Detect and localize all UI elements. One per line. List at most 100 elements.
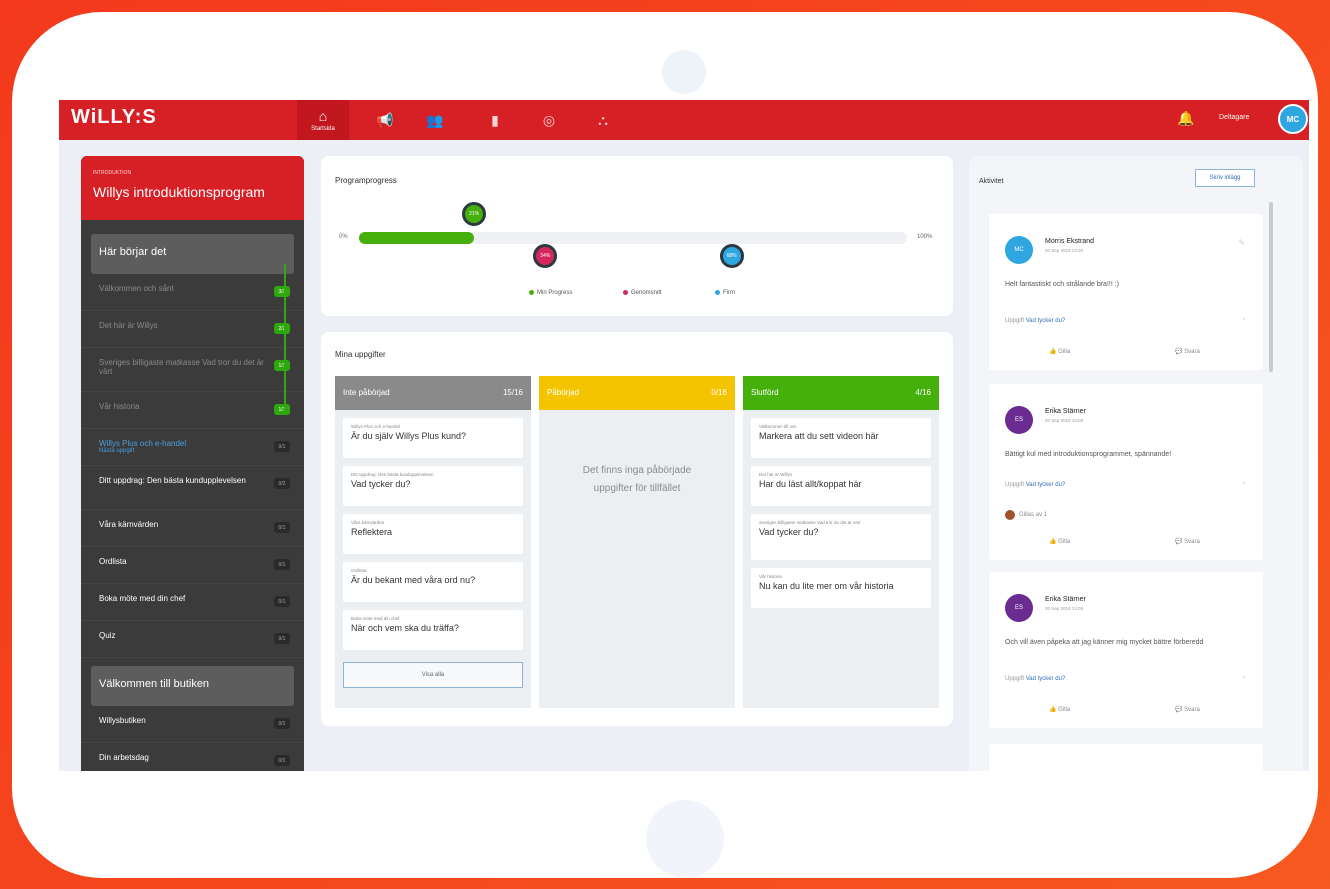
sidebar-item[interactable]: Ditt uppdrag: Den bästa kundupplevelsen 0… [81, 466, 304, 510]
column-header: Påbörjad 0/16 [539, 376, 735, 410]
task-question: Är du själv Willys Plus kund? [351, 431, 467, 441]
task-question: Är du bekant med våra ord nu? [351, 575, 476, 585]
progress-badge: 0/1 [274, 596, 290, 607]
sidebar-item[interactable]: Sveriges billigaste matkasse Vad tror du… [81, 348, 304, 392]
sidebar-item-label: Ditt uppdrag: Den bästa kundupplevelsen [99, 476, 246, 485]
user-name[interactable]: Deltagare [1219, 114, 1249, 121]
post-task-link[interactable]: Uppgift Vad tycker du? [1005, 318, 1065, 324]
write-post-button[interactable]: Skriv inlägg [1195, 169, 1255, 187]
nav-network[interactable]: ⛬ [577, 100, 629, 140]
reply-button[interactable]: 💬 Svara [1175, 706, 1200, 713]
author-name[interactable]: Erika Stärner [1045, 596, 1086, 603]
task-topic: Willys Plus och e-handel [351, 424, 401, 429]
nav-goals[interactable]: ◎ [523, 100, 575, 140]
like-button[interactable]: 👍 Gilla [1049, 706, 1070, 713]
column-not-started: Inte påbörjad 15/16 Willys Plus och e-han… [335, 376, 531, 708]
sidebar-item-label: Quiz [99, 631, 116, 640]
edit-icon[interactable]: ✎ [1238, 238, 1245, 247]
chevron-right-icon[interactable]: › [1242, 314, 1245, 323]
reply-button[interactable]: 💬 Svara [1175, 538, 1200, 545]
activity-post: ES Erika Stärner 20 Sep 2018 13:08 Bättigt … [989, 384, 1263, 560]
liker-avatar [1005, 510, 1015, 520]
author-name[interactable]: Morris Ekstrand [1045, 238, 1094, 245]
progress-track [359, 232, 907, 244]
legend-goal: Firm [715, 290, 735, 296]
task-card[interactable]: Willys Plus och e-handel Är du själv Will… [343, 418, 523, 458]
progress-card: Programprogress 0% 100% 21% 34% 68% Min … [321, 156, 953, 316]
task-card[interactable]: Vår historia Nu kan du lite mer om vår hi… [751, 568, 931, 608]
task-topic: Välkommen till oss [759, 424, 797, 429]
liked-by: Gillas av 1 [1005, 510, 1047, 520]
column-in-progress: Påbörjad 0/16 Det finns inga påbörjade up… [539, 376, 735, 708]
user-avatar[interactable]: MC [1278, 104, 1308, 134]
sidebar-item[interactable]: Ordlista 0/1 [81, 547, 304, 584]
nav-home[interactable]: ⌂ Startsida [297, 100, 349, 140]
sidebar-item-sub: Nästa uppgift [99, 448, 135, 454]
section-welcome-to-store[interactable]: Välkommen till butiken [91, 666, 294, 706]
task-topic: Ditt uppdrag: Den bästa kundupplevelsen [351, 472, 434, 477]
task-card[interactable]: Ditt uppdrag: Den bästa kundupplevelsen V… [343, 466, 523, 506]
progress-badge: 3/3 [274, 286, 290, 297]
sidebar-item[interactable]: Din arbetsdag 0/1 [81, 743, 304, 771]
avatar[interactable]: ES [1005, 594, 1033, 622]
task-card[interactable]: Välkommen till oss Markera att du sett vi… [751, 418, 931, 458]
sidebar-item-label: Vår historia [99, 402, 140, 411]
nav-documents[interactable]: ▮ [469, 100, 521, 140]
nav-announcements[interactable]: 📢 [359, 100, 411, 140]
avatar[interactable]: MC [1005, 236, 1033, 264]
sidebar-items: Välkommen och sånt 3/3 Det här är Willys 2/… [81, 274, 304, 658]
network-icon: ⛬ [598, 111, 608, 128]
sidebar-item[interactable]: Våra kärnvärden 0/1 [81, 510, 304, 547]
sidebar-item[interactable]: Det här är Willys 2/2 [81, 311, 304, 348]
task-card[interactable]: Det här är Willys Har du läst allt/koppat… [751, 466, 931, 506]
sidebar-items-2: Willysbutiken 0/1 Din arbetsdag 0/1 [81, 706, 304, 771]
scrollbar[interactable] [1269, 202, 1273, 372]
task-card[interactable]: Ordlista Är du bekant med våra ord nu? [343, 562, 523, 602]
progress-badge: 0/1 [274, 718, 290, 729]
sidebar-item[interactable]: Willys Plus och e-handel Nästa uppgift 0/1 [81, 429, 304, 466]
sidebar-item[interactable]: Willysbutiken 0/1 [81, 706, 304, 743]
task-topic: Vår historia [759, 574, 782, 579]
post-body: Helt fantastiskt och strålande bra!!! :) [1005, 281, 1119, 288]
activity-title: Aktivitet [979, 178, 1004, 185]
top-navigation-bar: WiLLY:S ⌂ Startsida 📢 👥 ▮ ◎ ⛬ 🔔 Deltagar… [59, 100, 1309, 140]
sidebar-item-label: Ordlista [99, 557, 127, 566]
avatar[interactable]: ES [1005, 406, 1033, 434]
chevron-right-icon[interactable]: › [1242, 478, 1245, 487]
task-question: Vad tycker du? [351, 479, 411, 489]
like-button[interactable]: 👍 Gilla [1049, 538, 1070, 545]
chevron-right-icon[interactable]: › [1242, 672, 1245, 681]
average-marker: 34% [533, 244, 558, 268]
megaphone-icon: 📢 [376, 111, 394, 128]
progress-badge: 0/2 [274, 478, 290, 489]
program-title: Willys introduktionsprogram [93, 184, 265, 200]
task-topic: Ordlista [351, 568, 367, 573]
progress-badge: 2/2 [274, 323, 290, 334]
task-question: När och vem ska du träffa? [351, 623, 459, 633]
post-date: 20 Sep 2018 13:20 [1045, 248, 1084, 253]
reply-button[interactable]: 💬 Svara [1175, 348, 1200, 355]
progress-rail [284, 264, 286, 412]
post-task-link[interactable]: Uppgift Vad tycker du? [1005, 676, 1065, 682]
column-completed: Slutförd 4/16 Välkommen till oss Markera a… [743, 376, 939, 708]
sidebar-item[interactable]: Vår historia 1/1 [81, 392, 304, 429]
sidebar-item[interactable]: Quiz 0/1 [81, 621, 304, 658]
sidebar-item[interactable]: Välkommen och sånt 3/3 [81, 274, 304, 311]
task-card[interactable]: Boka möte med din chef När och vem ska du… [343, 610, 523, 650]
home-button[interactable] [646, 800, 724, 878]
activity-panel: Aktivitet Skriv inlägg MC Morris Ekstrand… [969, 156, 1303, 771]
show-all-button[interactable]: Visa alla [343, 662, 523, 688]
like-button[interactable]: 👍 Gilla [1049, 348, 1070, 355]
task-card[interactable]: Våra kärnvärden Reflektera [343, 514, 523, 554]
task-card[interactable]: Sveriges billigaste matkasse Vad tror du… [751, 514, 931, 560]
post-task-link[interactable]: Uppgift Vad tycker du? [1005, 482, 1065, 488]
sidebar-item[interactable]: Boka möte med din chef 0/1 [81, 584, 304, 621]
program-sidebar: INTRODUKTION Willys introduktionsprogram… [81, 156, 304, 771]
section-here-it-starts[interactable]: Här börjar det [91, 234, 294, 274]
nav-people[interactable]: 👥 [409, 100, 461, 140]
bell-icon[interactable]: 🔔 [1177, 110, 1194, 127]
author-name[interactable]: Erika Stärner [1045, 408, 1086, 415]
task-question: Reflektera [351, 527, 393, 537]
my-progress-fill [359, 232, 475, 244]
activity-post: ES Erika Stärner 20 Sep 2018 13:05 Och vill… [989, 572, 1263, 728]
